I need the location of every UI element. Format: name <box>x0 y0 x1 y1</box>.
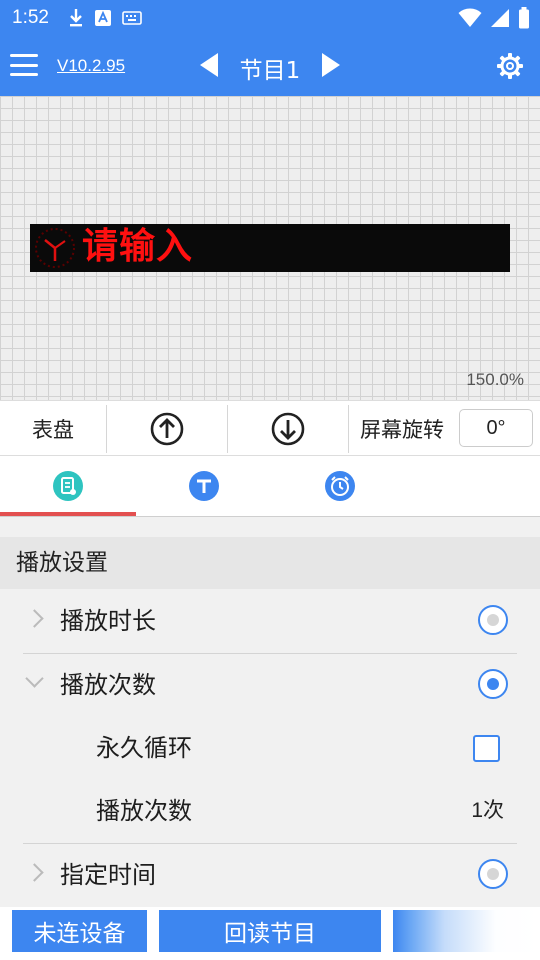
gear-icon[interactable] <box>496 52 524 80</box>
chevron-right-icon <box>25 863 44 882</box>
play-count-value[interactable]: 1次 <box>471 780 504 842</box>
play-count-label: 播放次数 <box>96 797 192 825</box>
tab-alarm[interactable] <box>272 456 408 516</box>
previous-program-arrow-icon[interactable] <box>200 53 218 77</box>
tab-text[interactable] <box>136 456 272 516</box>
status-system-icons <box>458 7 530 29</box>
tab-selected-indicator <box>0 512 136 516</box>
not-connected-device-button[interactable]: 未连设备 <box>12 910 147 952</box>
dial-label: 表盘 <box>32 418 74 442</box>
read-back-program-button[interactable]: 回读节目 <box>159 910 381 952</box>
loop-forever-label: 永久循环 <box>96 734 192 762</box>
hamburger-menu-icon[interactable] <box>10 50 38 80</box>
arrow-up-circle-icon <box>150 412 184 446</box>
send-button[interactable] <box>393 910 540 952</box>
control-row: 表盘 屏幕旋转 0° <box>0 400 540 456</box>
led-text: 请输入 <box>82 226 194 267</box>
program-list-icon <box>53 471 83 501</box>
tab-bar <box>0 456 540 517</box>
text-icon <box>189 471 219 501</box>
move-up-button[interactable] <box>107 405 227 453</box>
status-bar: 1:52 <box>0 0 540 36</box>
section-title: 播放设置 <box>0 537 540 589</box>
zoom-level: 150.0% <box>466 370 524 389</box>
toolbar: V10.2.95 节目1 <box>0 36 540 96</box>
chevron-right-icon <box>25 609 44 628</box>
scheduled-time-row[interactable]: 指定时间 <box>0 844 540 906</box>
signal-icon <box>491 9 509 27</box>
screen-rotation-input[interactable]: 0° <box>459 409 533 447</box>
app-header: 1:52 V10.2.95 节目1 <box>0 0 540 96</box>
play-duration-radio[interactable] <box>478 605 508 635</box>
play-duration-row[interactable]: 播放时长 <box>0 590 540 652</box>
loop-forever-row[interactable]: 永久循环 <box>0 717 540 779</box>
keyboard-app-icon <box>95 10 111 26</box>
alarm-clock-icon <box>325 471 355 501</box>
led-screen-preview[interactable]: 请输入 <box>30 224 510 272</box>
version-link[interactable]: V10.2.95 <box>57 56 125 76</box>
scheduled-time-label: 指定时间 <box>60 861 156 889</box>
download-icon <box>70 9 82 27</box>
battery-icon <box>519 7 529 29</box>
tab-program-list[interactable] <box>0 456 136 516</box>
play-duration-label: 播放时长 <box>60 607 156 635</box>
status-time: 1:52 <box>12 7 49 28</box>
move-down-button[interactable] <box>228 405 348 453</box>
program-title: 节目1 <box>239 58 301 84</box>
bottom-action-bar: 未连设备 回读节目 <box>0 907 540 960</box>
play-count-row[interactable]: 播放次数 1次 <box>0 780 540 842</box>
screen-rotation-label: 屏幕旋转 <box>360 418 444 442</box>
next-program-arrow-icon[interactable] <box>322 53 340 77</box>
play-times-label: 播放次数 <box>60 671 156 699</box>
keyboard-icon <box>122 11 142 25</box>
dial-clock-icon <box>35 228 75 268</box>
loop-forever-checkbox[interactable] <box>473 735 500 762</box>
chevron-down-icon <box>25 669 44 688</box>
playback-settings-panel: 播放设置 播放时长 播放次数 永久循环 播放次数 1次 指定时间 <box>0 537 540 907</box>
wifi-icon <box>458 8 482 27</box>
program-preview-canvas[interactable]: 请输入 150.0% <box>0 96 540 400</box>
arrow-down-circle-icon <box>271 412 305 446</box>
status-notification-icons <box>68 8 142 28</box>
play-times-row[interactable]: 播放次数 <box>0 654 540 716</box>
play-times-radio[interactable] <box>478 669 508 699</box>
scheduled-time-radio[interactable] <box>478 859 508 889</box>
